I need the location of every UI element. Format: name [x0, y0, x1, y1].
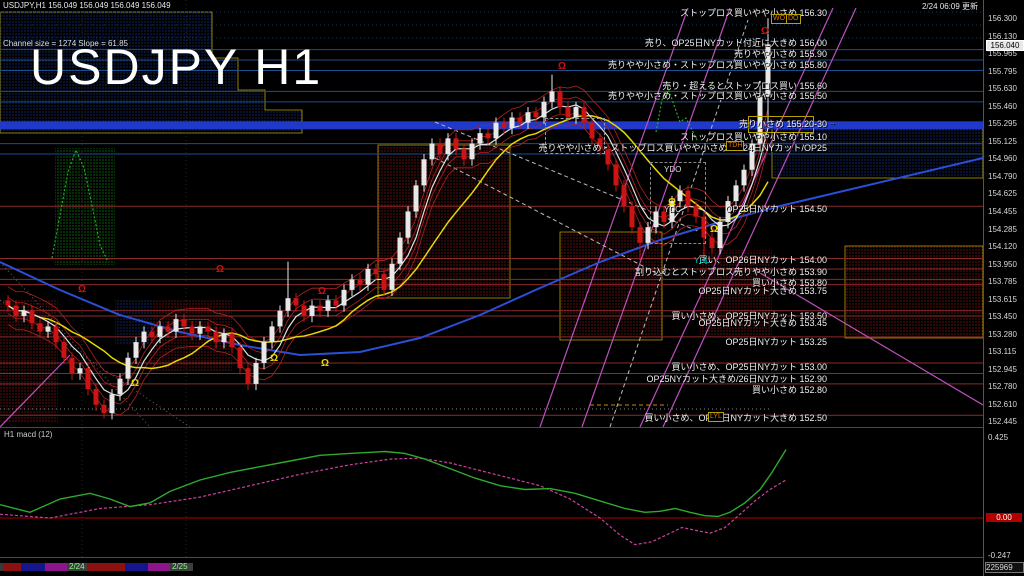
price-axis-label: 154.625	[988, 189, 1017, 199]
inline-label-ydc: YDC	[664, 205, 681, 214]
order-annotation: 買い小さめ、OP25日NYカット大きめ 152.50	[644, 413, 827, 423]
price-axis-label: 154.455	[988, 206, 1017, 216]
session-segment	[148, 563, 170, 571]
session-segment	[21, 563, 45, 571]
omega-marker-yellow: Ω	[270, 353, 279, 364]
order-annotation: OP25日NYカット 153.25	[725, 337, 827, 347]
omega-marker-red: Ω	[318, 286, 327, 297]
price-axis-label: 155.630	[988, 84, 1017, 94]
price-axis-label: 155.460	[988, 101, 1017, 111]
session-color-bar	[0, 563, 983, 571]
outline-box	[650, 162, 706, 244]
bar-counter: 225969	[985, 562, 1024, 573]
order-annotation: 買い小さめ、OP25日NYカット 153.00	[671, 362, 827, 372]
price-axis-label: 153.615	[988, 294, 1017, 304]
date-label: 2/24	[69, 562, 85, 571]
macd-canvas[interactable]	[0, 428, 983, 557]
panel-separator	[0, 427, 983, 428]
session-segment	[193, 563, 983, 571]
price-axis-label: 152.610	[988, 399, 1017, 409]
price-axis-label: 152.945	[988, 364, 1017, 374]
omega-marker-red: Ω	[216, 264, 225, 275]
order-annotation: ストップロス買いやや小さめ 155.10	[679, 132, 827, 142]
inline-label-ydo: YDO	[664, 165, 682, 174]
omega-marker-yellow: Ω	[710, 224, 719, 235]
price-axis-label: 153.450	[988, 311, 1017, 321]
tag-box-do: DO	[786, 14, 801, 24]
price-axis-label: 153.950	[988, 259, 1017, 269]
price-axis[interactable]: 156.040 0.425 0.00 -0.247 225969 156.300…	[983, 0, 1024, 576]
omega-marker-red: Ω	[558, 61, 567, 72]
price-axis-label: 153.280	[988, 329, 1017, 339]
price-axis-label: 154.790	[988, 171, 1017, 181]
session-segment	[125, 563, 148, 571]
price-axis-label: 155.125	[988, 136, 1017, 146]
price-axis-label: 153.115	[988, 346, 1017, 356]
order-annotation: ストップロス買いやや小さめ 156.30	[679, 8, 827, 18]
order-annotation: OP25日NYカット大きめ 153.75	[698, 286, 827, 296]
omega-marker-red: Ω	[78, 284, 87, 295]
tag-box-tdh: TDH	[726, 141, 745, 151]
macd-indicator-label: H1 macd (12)	[4, 430, 53, 439]
macd-axis-min: -0.247	[988, 551, 1011, 560]
price-axis-label: 152.445	[988, 416, 1017, 426]
price-axis-label: 152.780	[988, 381, 1017, 391]
session-segment	[45, 563, 67, 571]
session-segment	[87, 563, 125, 571]
macd-axis-max: 0.425	[988, 433, 1009, 442]
tag-box-lyl: LYL	[708, 412, 724, 422]
order-annotation: OP25日NYカット 154.50	[725, 204, 827, 214]
order-annotation: 売り、OP25日NYカット付近に大きめ 156.00	[644, 38, 827, 48]
order-annotation: 買い、OP26日NYカット 154.00	[698, 255, 827, 265]
order-annotation: 買い小さめ 152.80	[751, 385, 827, 395]
inline-label-arrow: →	[828, 118, 836, 127]
red-cloud	[559, 231, 663, 341]
order-annotation: 割り込むとストップロス売りやや小さめ 153.90	[634, 267, 827, 277]
macd-axis-zero: 0.00	[986, 513, 1022, 522]
price-axis-label: 155.295	[988, 119, 1017, 129]
order-annotation: 売り小さめ 155.20-30	[738, 119, 827, 129]
date-label: 2/25	[172, 562, 188, 571]
symbol-ohlc-readout: USDJPY,H1 156.049 156.049 156.049 156.04…	[3, 1, 171, 10]
update-timestamp: 2/24 06:09 更新	[921, 2, 978, 11]
price-axis-label: 155.795	[988, 66, 1017, 76]
order-annotation: 売りやや小さめ・ストップロス買いやや小さめ 155.50	[607, 91, 827, 101]
session-segment	[3, 563, 21, 571]
order-annotation: 売りやや小さめ・ストップロス買いやや小さめ 155.80	[607, 60, 827, 70]
price-axis-label: 154.960	[988, 154, 1017, 164]
trading-chart-window: USDJPY H1 USDJPY,H1 156.049 156.049 156.…	[0, 0, 1024, 576]
current-price-tag: 156.040	[986, 40, 1024, 52]
order-annotation: 売り・超えるとストップロス買い 155.60	[662, 81, 827, 91]
red-cloud	[0, 300, 58, 422]
omega-marker-red: Ω	[761, 26, 770, 37]
price-axis-label: 154.285	[988, 224, 1017, 234]
macd-main-line	[0, 449, 787, 518]
omega-marker-yellow: Ω	[321, 358, 330, 369]
price-axis-label: 156.300	[988, 14, 1017, 24]
time-axis[interactable]: 2/24 2/25	[0, 558, 983, 576]
price-axis-label: 153.785	[988, 276, 1017, 286]
price-axis-label: 154.120	[988, 241, 1017, 251]
order-annotation: OP25NYカット大きめ/26日NYカット 152.90	[646, 374, 827, 384]
tag-box-wo: WO	[771, 14, 788, 24]
red-cloud	[844, 245, 983, 339]
omega-marker-yellow: Ω	[131, 378, 140, 389]
order-annotation: 売りやや小さめ 155.90	[733, 49, 827, 59]
channel-info-label: Channel size = 1274 Slope = 61.85	[3, 39, 128, 48]
order-annotation: 売りやや小さめ・ストップロス買いやや小さめ OP24日NYカット/OP25	[538, 143, 827, 153]
order-annotation: OP25日NYカット大きめ 153.45	[698, 318, 827, 328]
inline-label-ydl: YDL	[694, 256, 710, 265]
